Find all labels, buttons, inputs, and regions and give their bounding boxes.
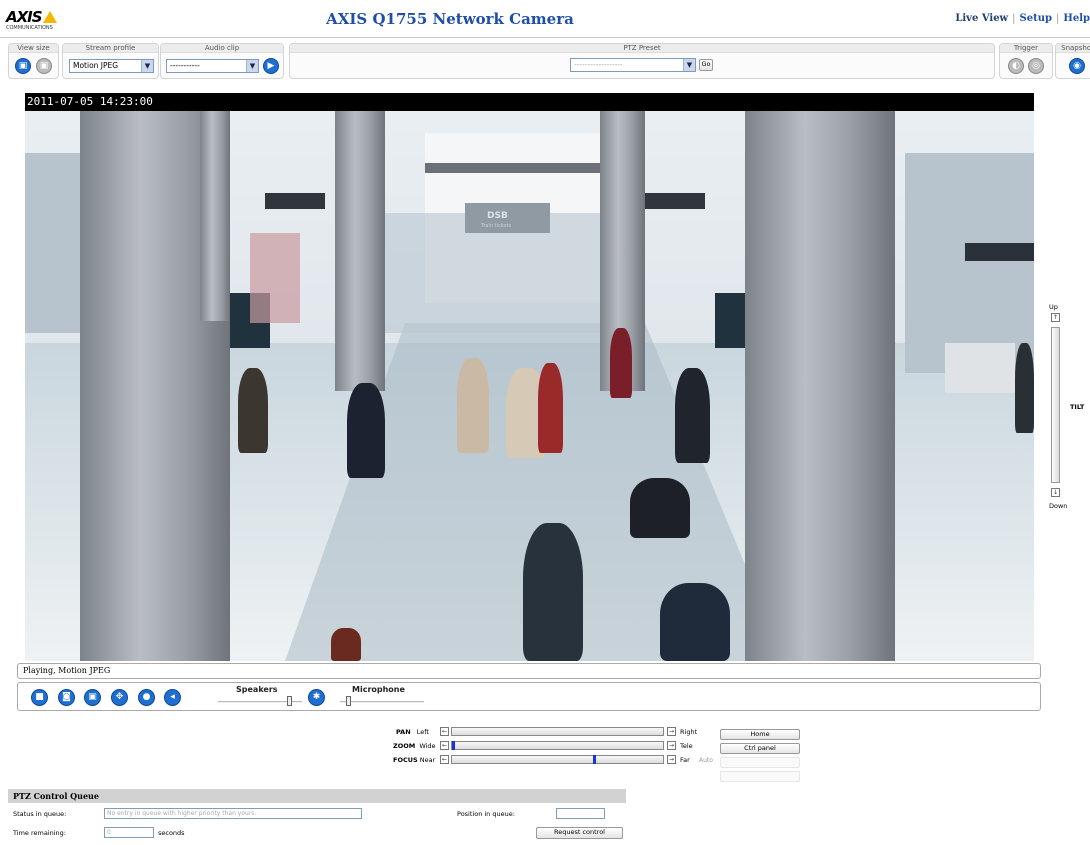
nav-separator: | <box>1056 13 1060 24</box>
ptz-preset-label: PTZ Preset <box>290 44 994 53</box>
microphone-volume-knob[interactable] <box>346 696 352 706</box>
ctrl-panel-button[interactable]: Ctrl panel <box>720 743 800 754</box>
player-control-bar: ■ ◙ ▣ ✥ ● ◂ Speakers ✱ Microphone <box>17 682 1041 711</box>
ptz-preset-select[interactable]: ------------------ ▼ <box>570 58 696 72</box>
audio-clip-select[interactable]: ----------- ▼ <box>166 59 259 73</box>
view-size-full-icon[interactable]: ▣ <box>15 58 31 74</box>
status-in-queue-field: No entry in queue with higher priority t… <box>104 808 362 819</box>
zoom-wide-arrow-icon[interactable]: ← <box>440 741 449 750</box>
microphone-label: Microphone <box>352 685 405 694</box>
stream-profile-label: Stream profile <box>63 44 158 53</box>
zoom-tele-arrow-icon[interactable]: → <box>667 741 676 750</box>
tilt-down-label: Down <box>1049 502 1068 510</box>
stop-icon[interactable]: ■ <box>31 689 48 706</box>
zoom-row: ZOOM Wide <box>393 742 436 750</box>
nav-live-view[interactable]: Live View <box>955 13 1008 24</box>
video-sign-subtext: Train tickets <box>481 223 512 229</box>
focus-near-label: Near <box>419 756 436 764</box>
video-sign-text: DSB <box>487 211 508 221</box>
zoom-slider[interactable] <box>451 741 664 750</box>
zoom-label: ZOOM <box>393 742 416 750</box>
play-audio-clip-icon[interactable]: ▶ <box>263 58 279 74</box>
ptz-preset-group: PTZ Preset ------------------ ▼ Go <box>289 43 995 79</box>
pan-left-arrow-icon[interactable]: ← <box>440 727 449 736</box>
time-remaining-label: Time remaining: <box>13 829 66 837</box>
zoom-wide-label: Wide <box>419 742 436 750</box>
view-size-half-icon[interactable]: ▣ <box>36 58 52 74</box>
pan-right-arrow-icon[interactable]: → <box>667 727 676 736</box>
request-control-button[interactable]: Request control <box>536 827 623 839</box>
video-timestamp: 2011-07-05 14:23:00 <box>25 93 1034 111</box>
pan-left-label: Left <box>416 728 429 736</box>
speakers-label: Speakers <box>236 685 278 694</box>
time-remaining-field: 0 <box>104 827 154 838</box>
nav-help[interactable]: Help <box>1063 13 1090 24</box>
trigger-inactive-icon[interactable]: ◎ <box>1028 58 1044 74</box>
ptz-empty-button-slot <box>720 757 800 768</box>
tilt-up-label: Up <box>1049 303 1058 311</box>
focus-near-arrow-icon[interactable]: ← <box>440 755 449 764</box>
tilt-label: TILT <box>1070 403 1085 411</box>
stream-profile-select[interactable]: Motion JPEG ▼ <box>69 59 154 73</box>
position-in-queue-label: Position in queue: <box>457 810 515 818</box>
chevron-down-icon: ▼ <box>683 59 695 71</box>
pan-slider[interactable] <box>451 727 664 736</box>
view-size-group: View size ▣ ▣ <box>8 43 59 79</box>
speakers-volume-knob[interactable] <box>287 696 293 706</box>
record-icon[interactable]: ● <box>138 689 155 706</box>
speaker-volume-icon[interactable]: ◂ <box>164 689 181 706</box>
trigger-active-icon[interactable]: ◐ <box>1008 58 1024 74</box>
snapshot-label: Snapshot <box>1056 44 1090 53</box>
snapshot-icon[interactable]: ◙ <box>58 689 75 706</box>
focus-auto-label: Auto <box>699 757 713 764</box>
chevron-down-icon: ▼ <box>141 60 153 72</box>
header: AXIS COMMUNICATIONS AXIS Q1755 Network C… <box>0 0 1090 38</box>
zoom-slider-marker[interactable] <box>452 741 455 750</box>
focus-slider[interactable] <box>451 755 664 764</box>
snapshot-group: Snapshot ◉ <box>1055 43 1090 79</box>
status-in-queue-label: Status in queue: <box>13 810 67 818</box>
trigger-group: Trigger ◐ ◎ <box>999 43 1053 79</box>
stream-status-text: Playing, Motion JPEG <box>23 666 111 675</box>
page-title: AXIS Q1755 Network Camera <box>326 10 574 28</box>
view-size-label: View size <box>9 44 58 53</box>
nav-setup[interactable]: Setup <box>1020 13 1052 24</box>
microphone-volume-slider[interactable] <box>340 701 424 703</box>
nav-separator: | <box>1012 13 1016 24</box>
camera-snapshot-icon[interactable]: ◉ <box>1069 58 1085 74</box>
trigger-label: Trigger <box>1000 44 1052 53</box>
top-nav: Live View | Setup | Help <box>955 13 1090 24</box>
microphone-icon[interactable]: ✱ <box>308 689 325 706</box>
stream-status-bar: Playing, Motion JPEG <box>17 663 1041 679</box>
tilt-slider[interactable] <box>1051 327 1060 483</box>
pan-row: PAN Left <box>396 728 429 736</box>
stream-profile-group: Stream profile Motion JPEG ▼ <box>62 43 159 79</box>
video-stream[interactable]: 2011-07-05 14:23:00 DSB Train tickets <box>25 93 1034 661</box>
focus-slider-marker[interactable] <box>593 755 597 764</box>
audio-clip-label: Audio clip <box>161 44 283 53</box>
focus-far-arrow-icon[interactable]: → <box>667 755 676 764</box>
audio-clip-group: Audio clip ----------- ▼ ▶ <box>160 43 284 79</box>
ptz-home-button[interactable]: Home <box>720 729 800 740</box>
seconds-label: seconds <box>158 829 185 837</box>
pan-right-label: Right <box>680 728 698 736</box>
ptz-emulate-joystick-icon[interactable]: ✥ <box>111 689 128 706</box>
ptz-queue-title: PTZ Control Queue <box>8 789 626 803</box>
view-full-screen-icon[interactable]: ▣ <box>84 689 101 706</box>
focus-far-label: Far <box>680 756 690 764</box>
zoom-tele-label: Tele <box>680 742 693 750</box>
pan-label: PAN <box>396 728 411 736</box>
ptz-go-button[interactable]: Go <box>699 59 713 71</box>
focus-row: FOCUS Near <box>393 756 435 764</box>
ptz-empty-button-slot <box>720 771 800 782</box>
tilt-down-arrow-icon[interactable]: ↓ <box>1051 488 1060 497</box>
tilt-up-arrow-icon[interactable]: ↑ <box>1051 313 1060 322</box>
position-in-queue-field <box>556 808 605 819</box>
chevron-down-icon: ▼ <box>246 60 258 72</box>
focus-label: FOCUS <box>393 756 418 764</box>
